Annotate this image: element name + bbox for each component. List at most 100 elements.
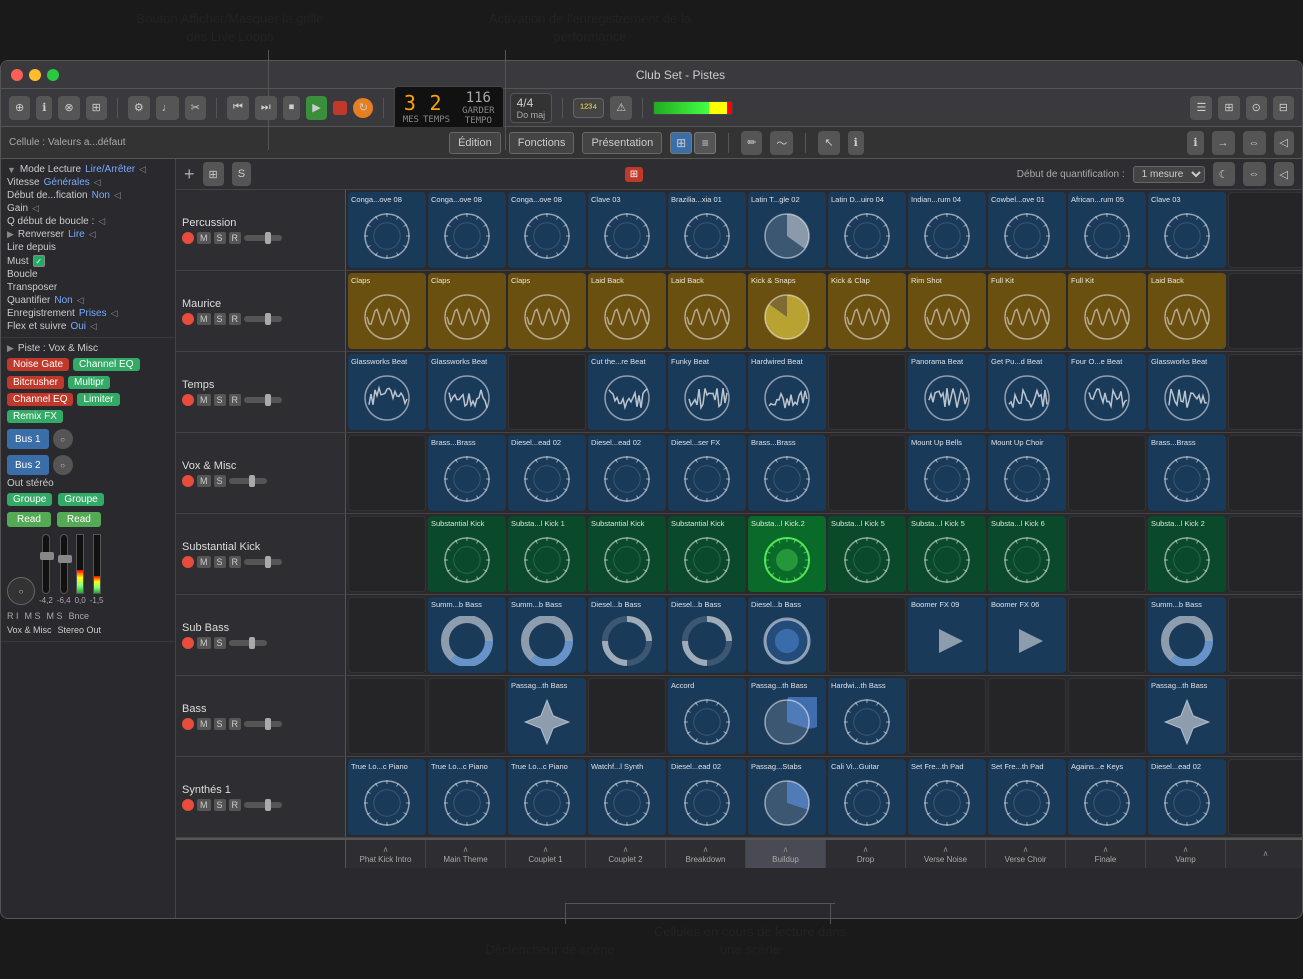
fader2-handle[interactable] [58, 555, 72, 563]
cell-5-9[interactable] [1068, 597, 1146, 673]
scene-btn-7[interactable]: ∧Verse Noise [906, 840, 986, 868]
debut-arrow[interactable]: ◁ [114, 190, 121, 201]
cell-0-3[interactable]: Clave 03 [588, 192, 666, 268]
cell-5-10[interactable]: Summ...b Bass [1148, 597, 1226, 673]
cell-0-7[interactable]: Indian...rum 04 [908, 192, 986, 268]
cell-2-0[interactable]: Glassworks Beat [348, 354, 426, 430]
cell-0-2[interactable]: Conga...ove 08 [508, 192, 586, 268]
cell-1-11[interactable] [1228, 273, 1302, 349]
fader-1[interactable] [244, 316, 282, 322]
cell-1-6[interactable]: Kick & Clap [828, 273, 906, 349]
cell-5-0[interactable] [348, 597, 426, 673]
cell-6-3[interactable] [588, 678, 666, 754]
cell-2-2[interactable] [508, 354, 586, 430]
record-btn[interactable] [333, 101, 347, 115]
cell-2-8[interactable]: Get Pu...d Beat [988, 354, 1066, 430]
mode-arrow[interactable]: ◁ [139, 164, 146, 175]
groupe-btn2[interactable]: Groupe [58, 493, 103, 506]
cell-1-2[interactable]: Claps [508, 273, 586, 349]
cell-7-8[interactable]: Set Fre...th Pad [988, 759, 1066, 835]
cell-0-6[interactable]: Latin D...uiro 04 [828, 192, 906, 268]
cell-4-3[interactable]: Substantial Kick [588, 516, 666, 592]
flex-arrow[interactable]: ◁ [90, 321, 97, 332]
cell-6-6[interactable]: Hardwi...th Bass [828, 678, 906, 754]
scene-btn-9[interactable]: ∧Finale [1066, 840, 1146, 868]
m-btn-6[interactable]: M [197, 718, 211, 730]
cell-1-10[interactable]: Laid Back [1148, 273, 1226, 349]
toolbar-icon-1[interactable]: ⊕ [9, 96, 30, 120]
m-btn-0[interactable]: M [197, 232, 211, 244]
cell-2-1[interactable]: Glassworks Beat [428, 354, 506, 430]
fader-handle-5[interactable] [249, 637, 255, 649]
power-btn-5[interactable] [182, 637, 194, 649]
quantize-select[interactable]: 1 mesure [1133, 166, 1205, 183]
limiter-btn[interactable]: Limiter [77, 393, 119, 406]
cell-4-4[interactable]: Substantial Kick [668, 516, 746, 592]
cell-3-8[interactable]: Mount Up Choir [988, 435, 1066, 511]
bus2-knob[interactable]: ○ [53, 455, 73, 475]
power-btn-1[interactable] [182, 313, 194, 325]
cell-2-6[interactable] [828, 354, 906, 430]
cell-4-5[interactable]: Substa...l Kick.2 [748, 516, 826, 592]
cell-4-1[interactable]: Substantial Kick [428, 516, 506, 592]
s-btn-6[interactable]: S [214, 718, 226, 730]
forward-btn[interactable]: ⏭ [255, 96, 277, 120]
cell-5-6[interactable] [828, 597, 906, 673]
fader-4[interactable] [244, 559, 282, 565]
scissors-btn[interactable]: ✂ [185, 96, 206, 120]
fader1[interactable] [42, 534, 50, 594]
cycle-btn[interactable]: ↻ [353, 98, 373, 118]
m-btn-3[interactable]: M [197, 475, 211, 487]
cell-7-11[interactable] [1228, 759, 1302, 835]
cell-5-5[interactable]: Diesel...b Bass [748, 597, 826, 673]
cell-1-9[interactable]: Full Kit [1068, 273, 1146, 349]
cell-5-2[interactable]: Summ...b Bass [508, 597, 586, 673]
quantifier-arrow[interactable]: ◁ [77, 295, 84, 306]
cell-3-10[interactable]: Brass...Brass [1148, 435, 1226, 511]
cell-4-10[interactable]: Substa...l Kick 2 [1148, 516, 1226, 592]
cell-6-4[interactable]: Accord [668, 678, 746, 754]
s-btn-5[interactable]: S [214, 637, 226, 649]
bus1-btn[interactable]: Bus 1 [7, 429, 49, 449]
warning-btn[interactable]: ⚠ [610, 96, 632, 120]
must-checkbox[interactable]: ✓ [33, 255, 45, 267]
fader-handle-6[interactable] [265, 718, 271, 730]
q-debut-arrow[interactable]: ◁ [98, 216, 105, 227]
grid-view-toggle[interactable]: ⊞ [670, 132, 692, 154]
fader-handle-4[interactable] [265, 556, 271, 568]
presentation-btn[interactable]: Présentation [582, 132, 662, 154]
read1-btn[interactable]: Read [7, 512, 51, 527]
cell-0-10[interactable]: Clave 03 [1148, 192, 1226, 268]
cell-3-11[interactable] [1228, 435, 1302, 511]
scene-btn-11[interactable]: ∧ [1226, 840, 1302, 868]
stop-btn[interactable]: ⏹ [283, 96, 301, 120]
list-view-toggle[interactable]: ≡ [694, 132, 716, 154]
copy-btn[interactable]: ⊞ [203, 162, 224, 186]
cell-7-6[interactable]: Cali Vi...Guitar [828, 759, 906, 835]
minimize-button[interactable] [29, 69, 41, 81]
cell-0-9[interactable]: African...rum 05 [1068, 192, 1146, 268]
power-btn-4[interactable] [182, 556, 194, 568]
toolbar-icon-3[interactable]: ⊗ [58, 96, 79, 120]
qbar-expand-btn[interactable]: ⇔ [1243, 162, 1266, 186]
fader-6[interactable] [244, 721, 282, 727]
cell-3-4[interactable]: Diesel...ser FX [668, 435, 746, 511]
right-info[interactable]: ℹ [1187, 131, 1203, 155]
m-btn-5[interactable]: M [197, 637, 211, 649]
fader2[interactable] [60, 534, 68, 594]
time-sig-display[interactable]: 4/4 Do maj [510, 93, 553, 123]
cell-7-2[interactable]: True Lo...c Piano [508, 759, 586, 835]
fader-handle-0[interactable] [265, 232, 271, 244]
cell-3-9[interactable] [1068, 435, 1146, 511]
cell-2-9[interactable]: Four O...e Beat [1068, 354, 1146, 430]
fader1-handle[interactable] [40, 552, 54, 560]
cell-1-3[interactable]: Laid Back [588, 273, 666, 349]
cell-5-7[interactable]: Boomer FX 09 [908, 597, 986, 673]
edition-btn[interactable]: Édition [449, 132, 501, 154]
cell-4-8[interactable]: Substa...l Kick 6 [988, 516, 1066, 592]
cell-0-5[interactable]: Latin T...gle 02 [748, 192, 826, 268]
cell-3-3[interactable]: Diesel...ead 02 [588, 435, 666, 511]
channel-eq2-btn[interactable]: Channel EQ [7, 393, 73, 406]
right-arrow[interactable]: → [1212, 131, 1235, 155]
cell-0-4[interactable]: Brazilia...xia 01 [668, 192, 746, 268]
